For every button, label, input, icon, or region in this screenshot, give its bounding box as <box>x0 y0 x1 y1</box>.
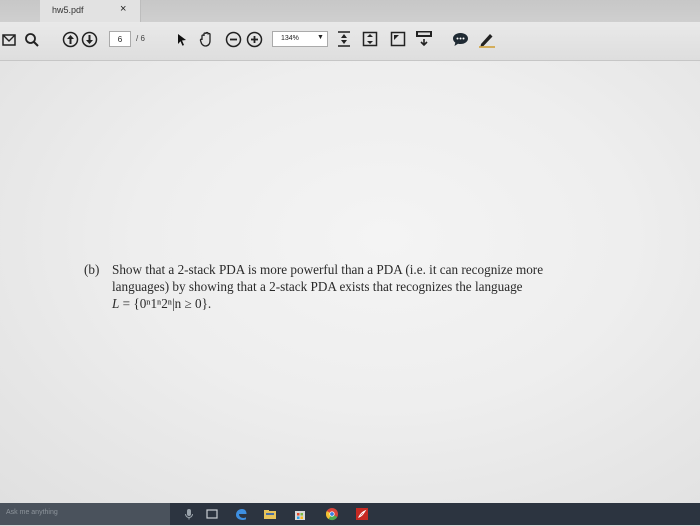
select-cursor-icon[interactable] <box>176 33 188 47</box>
problem-line-2: languages) by showing that a 2-stack PDA… <box>112 279 523 294</box>
problem-text: (b) Show that a 2-stack PDA is more power… <box>84 261 659 312</box>
zoom-select[interactable]: 134% ▼ <box>272 31 328 47</box>
toolbar: 6 / 6 134% ▼ <box>0 22 700 61</box>
full-screen-icon[interactable] <box>390 31 406 47</box>
taskbar-search-box[interactable]: Ask me anything <box>0 503 170 525</box>
document-view[interactable]: (b) Show that a 2-stack PDA is more power… <box>0 61 700 503</box>
fit-width-icon[interactable] <box>336 30 352 48</box>
problem-text-line: Show that a 2-stack PDA is more powerful… <box>112 262 544 277</box>
tab-title: hw5.pdf <box>52 5 84 15</box>
microphone-icon[interactable] <box>182 507 196 521</box>
task-view-icon[interactable] <box>205 507 219 521</box>
problem-line-1: (b) Show that a 2-stack PDA is more power… <box>84 261 659 278</box>
page-number-input[interactable]: 6 <box>109 31 131 47</box>
document-tab[interactable]: hw5.pdf × <box>40 0 141 22</box>
tab-close-button[interactable]: × <box>120 3 126 15</box>
problem-label: (b) <box>84 262 100 277</box>
previous-page-icon[interactable] <box>62 31 79 48</box>
zoom-value: 134% <box>281 35 299 42</box>
chrome-browser-icon[interactable] <box>325 507 339 521</box>
comment-icon[interactable] <box>452 31 469 48</box>
pdf-reader-icon[interactable] <box>355 507 369 521</box>
language-definition: = {0ⁿ1ⁿ2ⁿ|n ≥ 0}. <box>119 296 212 311</box>
store-icon[interactable] <box>293 507 307 521</box>
search-icon[interactable] <box>24 32 40 48</box>
next-page-icon[interactable] <box>81 31 98 48</box>
draw-pen-icon[interactable] <box>478 31 496 48</box>
fit-page-icon[interactable] <box>362 31 378 47</box>
zoom-in-icon[interactable] <box>246 31 263 48</box>
taskbar: Ask me anything <box>0 503 700 525</box>
tab-bar: hw5.pdf × <box>0 0 700 22</box>
zoom-out-icon[interactable] <box>225 31 242 48</box>
hand-tool-icon[interactable] <box>198 30 216 48</box>
chevron-down-icon: ▼ <box>317 34 324 41</box>
edge-browser-icon[interactable] <box>234 507 248 521</box>
email-icon[interactable] <box>2 34 16 46</box>
page-total: / 6 <box>136 34 145 43</box>
read-mode-icon[interactable] <box>415 30 433 48</box>
problem-line-3: L = {0ⁿ1ⁿ2ⁿ|n ≥ 0}. <box>84 295 659 312</box>
taskbar-search-placeholder: Ask me anything <box>6 509 58 516</box>
file-explorer-icon[interactable] <box>263 507 277 521</box>
